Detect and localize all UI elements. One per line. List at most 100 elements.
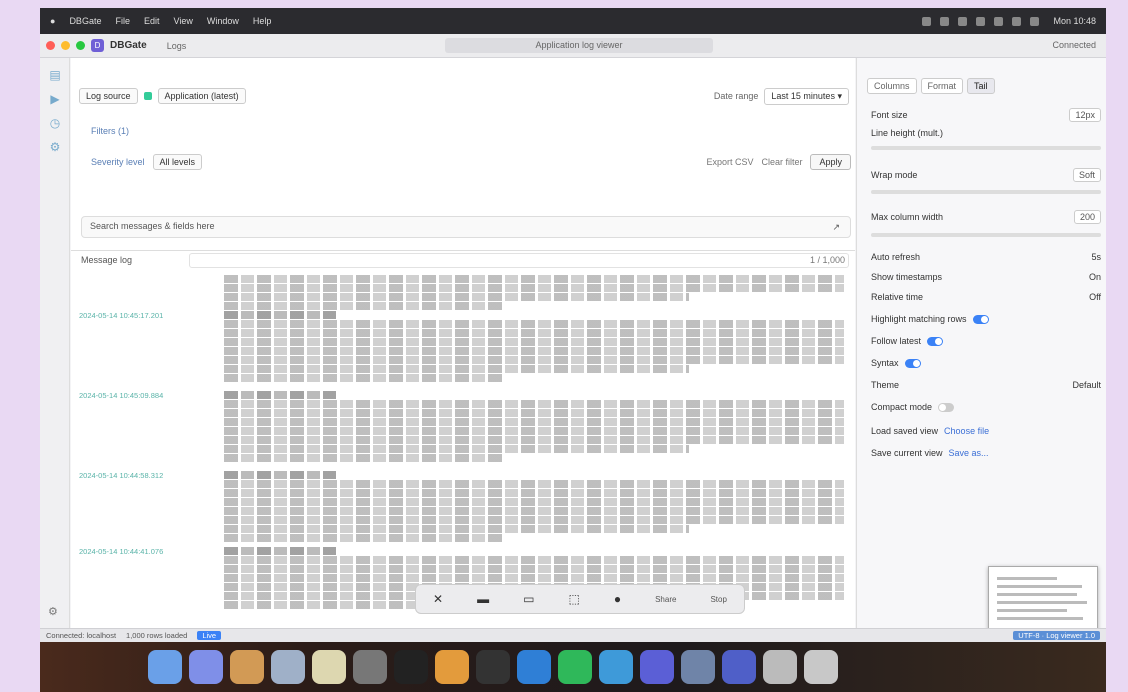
severity-select[interactable]: All levels (152, 154, 203, 170)
log-timestamp: 2024-05-14 10:45:09.884 (79, 391, 164, 400)
max-width-input[interactable]: 200 (1073, 210, 1101, 224)
main-toolbar: Log source Application (latest) Date ran… (79, 86, 849, 106)
theme-row: Theme Default (871, 378, 1101, 392)
tray-bluetooth-icon[interactable] (958, 16, 968, 26)
window-titlebar: D DBGate Logs Application log viewer Con… (40, 34, 1106, 58)
settings-icon[interactable]: ⚙ (48, 605, 58, 618)
document-icon[interactable] (763, 650, 797, 684)
follow-row: Follow latest (871, 334, 1101, 348)
chatgpt-icon[interactable] (353, 650, 387, 684)
relative-time-row: Relative time Off (871, 290, 1101, 304)
wrap-select[interactable]: Soft (1072, 168, 1101, 182)
status-live-badge[interactable]: Live (197, 631, 222, 640)
compact-label: Compact mode (871, 402, 933, 412)
tray-control-center-icon[interactable] (1012, 16, 1022, 26)
max-width-slider[interactable] (871, 233, 1101, 237)
files-icon[interactable] (312, 650, 346, 684)
tray-search-icon[interactable] (994, 16, 1004, 26)
search-placeholder: Search messages & fields here (90, 221, 215, 231)
font-size-input[interactable]: 12px (1069, 108, 1101, 122)
date-range-select[interactable]: Last 15 minutes ▾ (764, 87, 849, 105)
sidebar-tabs: Columns Format Tail (867, 78, 995, 94)
history-icon[interactable]: ◷ (48, 116, 62, 130)
log-source-select[interactable]: Application (latest) (157, 88, 246, 104)
os-menubar: ● DBGate File Edit View Window Help Mon … (40, 8, 1106, 34)
tray-battery-icon[interactable] (940, 16, 950, 26)
tab-columns[interactable]: Columns (867, 78, 917, 94)
telegram-icon[interactable] (599, 650, 633, 684)
menu-window[interactable]: Window (207, 16, 239, 26)
tray-wifi-icon[interactable] (922, 16, 932, 26)
syntax-label: Syntax (871, 358, 899, 368)
compact-toggle[interactable] (938, 402, 955, 412)
log-source-label[interactable]: Log source (79, 88, 138, 104)
share-button[interactable]: Share (655, 595, 676, 604)
search-input[interactable]: Search messages & fields here ↗ (81, 216, 851, 238)
highlight-toggle[interactable] (972, 314, 989, 324)
auto-refresh-label: Auto refresh (871, 252, 921, 262)
export-csv-button[interactable]: Export CSV (706, 157, 753, 167)
preview-icon[interactable] (271, 650, 305, 684)
timestamps-value[interactable]: On (1089, 272, 1101, 282)
stop-button[interactable]: Stop (710, 595, 726, 604)
close-capture-icon[interactable]: ✕ (433, 592, 443, 606)
status-encoding-badge[interactable]: UTF-8 · Log viewer 1.0 (1013, 631, 1100, 640)
notes-icon[interactable] (230, 650, 264, 684)
capture-selection-icon[interactable]: ⬚ (568, 592, 579, 606)
maximize-window-icon[interactable] (76, 41, 85, 50)
relative-time-value[interactable]: Off (1089, 292, 1101, 302)
log-filter-input[interactable] (189, 253, 849, 268)
notion-icon[interactable] (476, 650, 510, 684)
stack-icon[interactable] (640, 650, 674, 684)
whatsapp-icon[interactable] (558, 650, 592, 684)
run-search-icon[interactable]: ↗ (832, 222, 840, 233)
menu-help[interactable]: Help (253, 16, 272, 26)
tab-format[interactable]: Format (920, 78, 964, 94)
database-app-icon[interactable] (681, 650, 715, 684)
filter-breadcrumb[interactable]: Filters (1) (91, 126, 841, 140)
tray-display-icon[interactable] (1030, 16, 1040, 26)
apply-filter-button[interactable]: Apply (810, 154, 851, 170)
trash-icon[interactable] (804, 650, 838, 684)
window-center-title[interactable]: Application log viewer (445, 38, 713, 53)
save-view-link[interactable]: Save as... (949, 448, 989, 458)
follow-toggle[interactable] (927, 336, 944, 346)
wrap-slider[interactable] (871, 190, 1101, 194)
theme-select[interactable]: Default (1072, 380, 1101, 390)
log-message (224, 275, 844, 311)
log-timestamp: 2024-05-14 10:44:41.076 (79, 547, 164, 556)
syntax-toggle[interactable] (904, 358, 921, 368)
menu-view[interactable]: View (173, 16, 192, 26)
menu-file[interactable]: File (115, 16, 130, 26)
database-icon[interactable]: ▤ (48, 68, 62, 82)
auto-refresh-value[interactable]: 5s (1091, 252, 1101, 262)
status-connection: Connected: localhost (46, 631, 117, 640)
apple-icon[interactable]: ● (50, 16, 55, 26)
minimize-window-icon[interactable] (61, 41, 70, 50)
menu-app[interactable]: DBGate (69, 16, 101, 26)
status-green-icon (143, 92, 152, 100)
terminal-icon[interactable] (394, 650, 428, 684)
vscode-icon[interactable] (517, 650, 551, 684)
settings-sidebar: Columns Format Tail Font size 12px Line … (856, 58, 1106, 628)
star-app-icon[interactable] (722, 650, 756, 684)
menu-edit[interactable]: Edit (144, 16, 160, 26)
load-view-link[interactable]: Choose file (944, 426, 989, 436)
chrome-icon[interactable] (435, 650, 469, 684)
tab-tail[interactable]: Tail (967, 78, 995, 94)
tray-volume-icon[interactable] (976, 16, 986, 26)
capture-screen-icon[interactable]: ▬ (477, 592, 489, 606)
capture-window-icon[interactable]: ▭ (523, 592, 534, 606)
main-panel: Log source Application (latest) Date ran… (71, 58, 855, 628)
plugin-icon[interactable]: ⚙ (48, 140, 62, 154)
menubar-clock[interactable]: Mon 10:48 (1053, 16, 1096, 26)
launchpad-icon[interactable] (189, 650, 223, 684)
line-height-slider[interactable] (871, 146, 1101, 150)
tab-logs[interactable]: Logs (167, 41, 187, 51)
finder-icon[interactable] (148, 650, 182, 684)
close-window-icon[interactable] (46, 41, 55, 50)
clear-filter-button[interactable]: Clear filter (761, 157, 802, 167)
logs-icon[interactable]: ▶ (48, 92, 62, 106)
record-icon[interactable]: ● (614, 592, 621, 606)
screenshot-thumbnail[interactable] (988, 566, 1098, 636)
